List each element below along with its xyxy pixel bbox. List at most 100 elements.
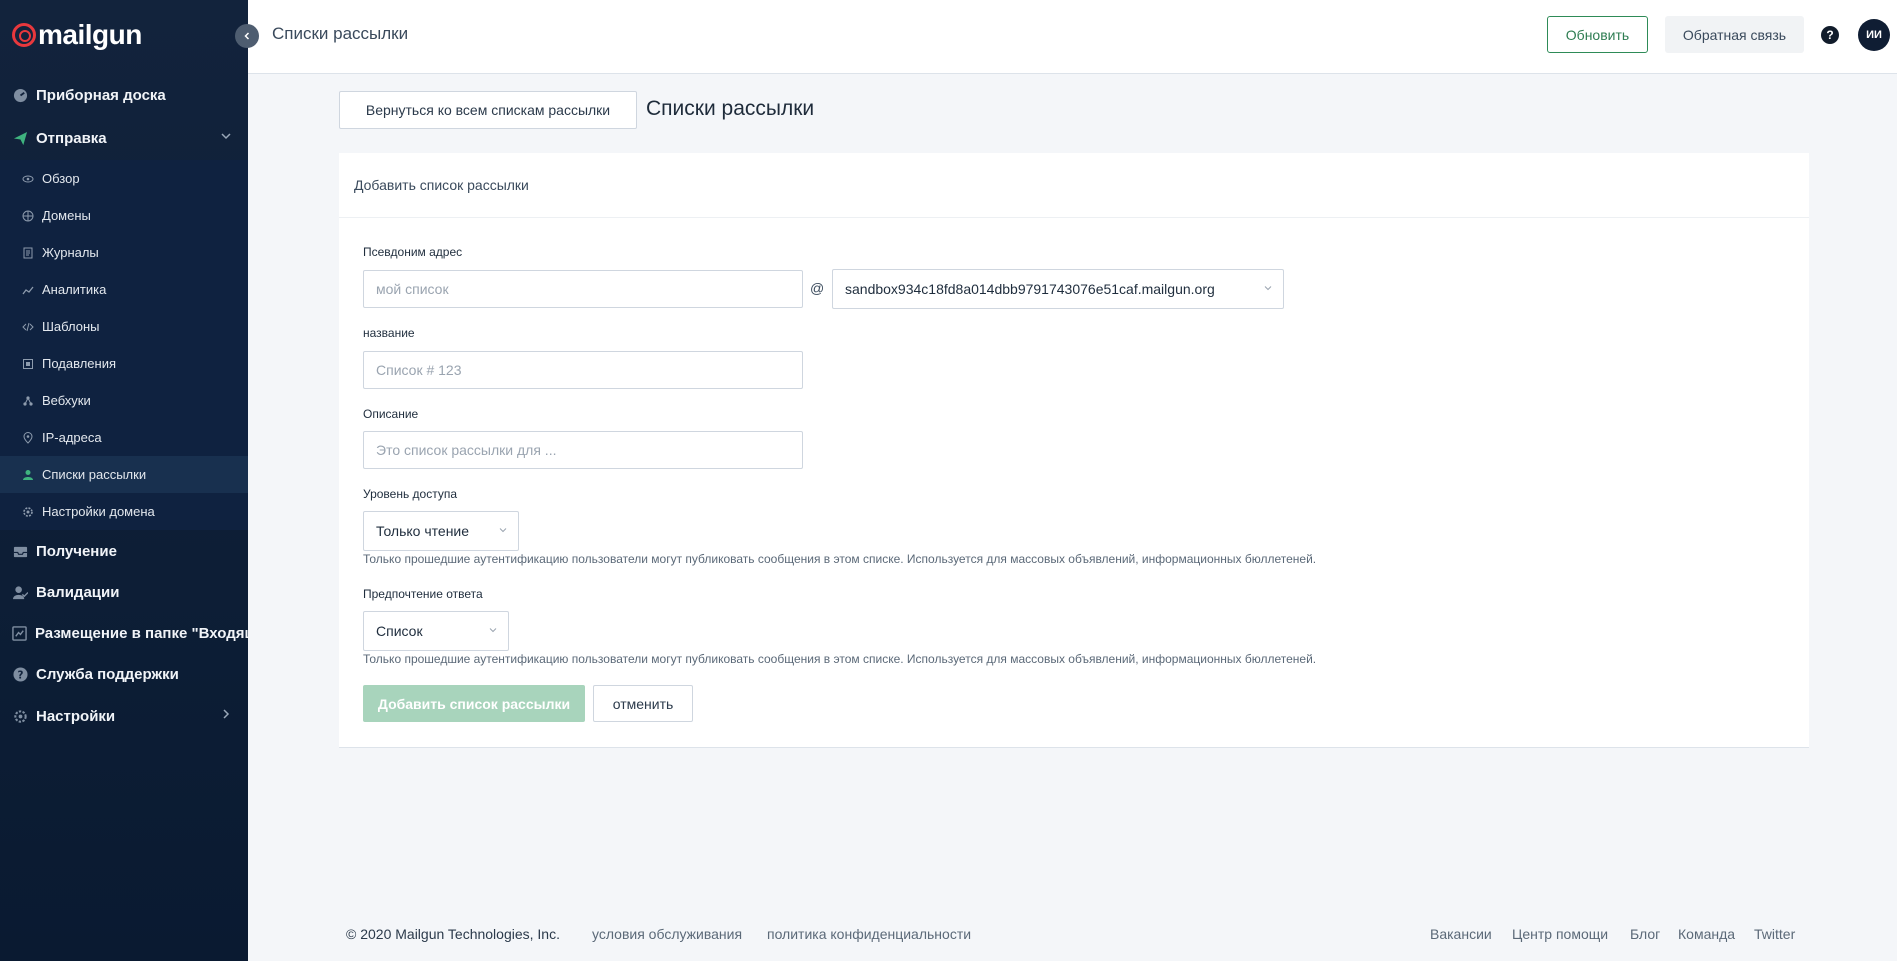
alias-label: Псевдоним адрес [363, 245, 463, 259]
name-input[interactable] [363, 351, 803, 389]
footer-copyright: © 2020 Mailgun Technologies, Inc. [346, 926, 560, 942]
footer-link-team[interactable]: Команда [1678, 926, 1735, 942]
page-title: Списки рассылки [646, 97, 815, 120]
globe-icon [22, 210, 34, 222]
footer-link-help-center[interactable]: Центр помощи [1512, 926, 1608, 942]
reply-preference-value: Список [376, 623, 423, 639]
inbox-icon [12, 543, 28, 559]
alias-input[interactable] [363, 270, 803, 308]
logs-icon [22, 247, 34, 259]
add-mailing-list-button[interactable]: Добавить список рассылки [363, 685, 585, 722]
chevron-down-icon [1263, 283, 1273, 296]
at-sign: @ [810, 280, 825, 296]
send-icon [12, 130, 28, 146]
chevron-left-icon [244, 32, 250, 40]
sidebar-item-overview[interactable]: Обзор [0, 160, 248, 197]
name-label: название [363, 326, 415, 340]
sidebar-item-domain-settings[interactable]: Настройки домена [0, 493, 248, 530]
sidebar-item-label: IP-адреса [42, 430, 102, 445]
sidebar-item-label: Валидации [36, 583, 120, 601]
sidebar-item-sending[interactable]: Отправка [0, 118, 248, 158]
sidebar-item-suppressions[interactable]: Подавления [0, 345, 248, 382]
chevron-down-icon [488, 625, 498, 638]
sidebar-item-label: Обзор [42, 171, 80, 186]
sidebar-item-label: Отправка [36, 129, 107, 147]
refresh-button[interactable]: Обновить [1547, 16, 1648, 53]
gear-icon [22, 506, 34, 518]
sidebar-item-label: Настройки домена [42, 504, 155, 519]
logo-text: mailgun [38, 19, 142, 50]
sidebar-item-ip-addresses[interactable]: IP-адреса [0, 419, 248, 456]
sidebar-item-webhooks[interactable]: Вебхуки [0, 382, 248, 419]
footer-link-twitter[interactable]: Twitter [1754, 926, 1795, 942]
sidebar-item-label: Аналитика [42, 282, 107, 297]
location-icon [22, 431, 34, 444]
footer-link-terms[interactable]: условия обслуживания [592, 926, 742, 942]
cancel-button[interactable]: отменить [593, 685, 693, 722]
description-input[interactable] [363, 431, 803, 469]
sidebar-item-settings[interactable]: Настройки [0, 696, 248, 736]
sidebar-item-mailing-lists[interactable]: Списки рассылки [0, 456, 248, 493]
sidebar-item-label: Вебхуки [42, 393, 91, 408]
chevron-right-icon [220, 708, 232, 723]
footer-link-careers[interactable]: Вакансии [1430, 926, 1492, 942]
svg-text:?: ? [17, 669, 23, 681]
chevron-down-icon [498, 525, 508, 538]
support-icon: ? [12, 666, 28, 682]
help-icon[interactable]: ? [1821, 26, 1839, 44]
add-mailing-list-card: Добавить список рассылки Псевдоним адрес… [339, 153, 1809, 748]
description-label: Описание [363, 407, 419, 421]
analytics-icon [22, 284, 34, 296]
code-icon [22, 321, 34, 333]
sidebar-item-label: Домены [42, 208, 91, 223]
sidebar-item-label: Получение [36, 542, 117, 560]
top-header: Списки рассылки Обновить Обратная связь … [248, 0, 1897, 74]
sidebar-item-analytics[interactable]: Аналитика [0, 271, 248, 308]
footer-link-privacy[interactable]: политика конфиденциальности [767, 926, 971, 942]
reply-preference-hint: Только прошедшие аутентификацию пользова… [363, 652, 1317, 666]
sidebar-item-label: Подавления [42, 356, 117, 371]
sidebar-item-receiving[interactable]: Получение [0, 531, 248, 571]
suppression-icon [22, 358, 34, 370]
placement-icon [12, 625, 27, 641]
card-title: Добавить список рассылки [354, 177, 529, 193]
sidebar-collapse-button[interactable] [235, 24, 259, 48]
sending-subnav: Обзор Домены Журналы Аналитика Шаблоны П… [0, 160, 248, 530]
sidebar-item-label: Служба поддержки [36, 665, 179, 683]
footer-link-blog[interactable]: Блог [1630, 926, 1660, 942]
reply-preference-label: Предпочтение ответа [363, 587, 483, 601]
access-level-label: Уровень доступа [363, 487, 458, 501]
sidebar: mailgun Приборная доска Отправка Обзор Д… [0, 0, 248, 961]
webhook-icon [22, 395, 34, 407]
access-level-value: Только чтение [376, 523, 470, 539]
domain-select-value: sandbox934c18fd8a014dbb9791743076e51caf.… [845, 281, 1215, 297]
sidebar-item-inbox-placement[interactable]: Размещение в папке "Входящие" [0, 613, 248, 653]
sidebar-item-label: Шаблоны [42, 319, 100, 334]
sidebar-item-label: Журналы [42, 245, 99, 260]
access-level-select[interactable]: Только чтение [363, 511, 519, 551]
sidebar-item-validations[interactable]: Валидации [0, 572, 248, 612]
validation-icon [12, 584, 28, 600]
sidebar-item-label: Списки рассылки [42, 467, 147, 482]
header-title: Списки рассылки [272, 24, 409, 43]
card-header: Добавить список рассылки [339, 153, 1809, 218]
mailgun-logo[interactable]: mailgun [12, 18, 142, 52]
sidebar-item-label: Настройки [36, 707, 116, 725]
domain-select[interactable]: sandbox934c18fd8a014dbb9791743076e51caf.… [832, 269, 1284, 309]
sidebar-item-templates[interactable]: Шаблоны [0, 308, 248, 345]
settings-icon [12, 708, 28, 724]
user-icon [22, 469, 34, 481]
sidebar-item-dashboard[interactable]: Приборная доска [0, 75, 248, 115]
reply-preference-select[interactable]: Список [363, 611, 509, 651]
avatar[interactable]: ИИ [1858, 19, 1890, 51]
sidebar-item-label: Размещение в папке "Входящие" [35, 624, 248, 642]
feedback-button[interactable]: Обратная связь [1665, 16, 1804, 53]
mailgun-logo-icon [12, 23, 36, 47]
dashboard-icon [12, 87, 28, 103]
back-to-lists-button[interactable]: Вернуться ко всем спискам рассылки [339, 91, 637, 129]
sidebar-item-support[interactable]: ? Служба поддержки [0, 654, 248, 694]
chevron-down-icon [220, 130, 232, 145]
sidebar-item-label: Приборная доска [36, 86, 166, 104]
sidebar-item-domains[interactable]: Домены [0, 197, 248, 234]
sidebar-item-logs[interactable]: Журналы [0, 234, 248, 271]
